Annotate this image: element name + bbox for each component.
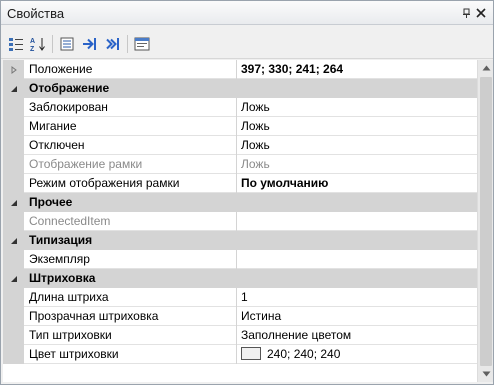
property-value[interactable]: Истина [237, 307, 477, 326]
property-value[interactable]: 1 [237, 288, 477, 307]
property-value[interactable] [237, 250, 477, 269]
property-name: Мигание [24, 117, 236, 136]
property-row-hatch-color[interactable]: Цвет штриховки 240; 240; 240 [3, 345, 477, 364]
category-typing[interactable]: Типизация [3, 231, 477, 250]
property-name: Заблокирован [24, 98, 236, 117]
property-name: Тип штриховки [24, 326, 236, 345]
category-name: Типизация [29, 233, 93, 247]
scroll-up-icon[interactable] [478, 60, 494, 76]
property-name: Экземпляр [24, 250, 236, 269]
property-value[interactable]: 397; 330; 241; 264 [237, 60, 477, 79]
property-value-color[interactable]: 240; 240; 240 [237, 345, 477, 364]
property-name: Длина штриха [24, 288, 236, 307]
property-row-transparent-hatch[interactable]: Прозрачная штриховка Истина [3, 307, 477, 326]
category-misc[interactable]: Прочее [3, 193, 477, 212]
property-value[interactable]: Ложь [237, 136, 477, 155]
property-grid: Положение 397; 330; 241; 264 Отображение… [3, 60, 477, 382]
category-name: Отображение [29, 81, 110, 95]
panel-title: Свойства [7, 6, 65, 21]
collapse-arrow-icon[interactable] [3, 79, 24, 98]
toolbar-separator [127, 35, 128, 53]
property-value[interactable]: Заполнение цветом [237, 326, 477, 345]
category-name: Прочее [29, 195, 73, 209]
property-name: ConnectedItem [24, 212, 236, 231]
property-name: Прозрачная штриховка [24, 307, 236, 326]
property-row-hatch-type[interactable]: Тип штриховки Заполнение цветом [3, 326, 477, 345]
color-value-text: 240; 240; 240 [267, 347, 341, 361]
property-row-show-frame: Отображение рамки Ложь [3, 155, 477, 174]
property-row-position[interactable]: Положение 397; 330; 241; 264 [3, 60, 477, 79]
pin-icon[interactable] [460, 7, 472, 19]
collapse-arrow-icon[interactable] [3, 269, 24, 288]
go-to-icon[interactable] [81, 35, 99, 53]
collapse-arrow-icon[interactable] [3, 193, 24, 212]
property-name: Отображение рамки [24, 155, 236, 174]
scroll-down-icon[interactable] [478, 366, 494, 382]
property-name: Отключен [24, 136, 236, 155]
property-row-blink[interactable]: Мигание Ложь [3, 117, 477, 136]
svg-text:A: A [30, 38, 35, 45]
category-name: Штриховка [29, 271, 96, 285]
category-display[interactable]: Отображение [3, 79, 477, 98]
property-value: Ложь [237, 155, 477, 174]
category-hatching[interactable]: Штриховка [3, 269, 477, 288]
categorized-icon[interactable] [7, 35, 25, 53]
alphabetical-sort-icon[interactable]: AZ [29, 35, 47, 53]
property-row-locked[interactable]: Заблокирован Ложь [3, 98, 477, 117]
collapse-arrow-icon[interactable] [3, 231, 24, 250]
property-name: Режим отображения рамки [24, 174, 236, 193]
panel-titlebar: Свойства [1, 1, 493, 25]
properties-icon[interactable] [58, 35, 76, 53]
property-name: Цвет штриховки [24, 345, 236, 364]
toolbar-separator [52, 35, 53, 53]
property-value[interactable]: Ложь [237, 98, 477, 117]
property-row-disabled[interactable]: Отключен Ложь [3, 136, 477, 155]
properties-toolbar: AZ [1, 26, 493, 59]
properties-panel: Свойства AZ Положение 397; 330; 241; 264… [0, 0, 494, 385]
vertical-scrollbar[interactable] [477, 60, 493, 382]
events-icon[interactable] [133, 35, 151, 53]
property-row-connected-item: ConnectedItem [3, 212, 477, 231]
property-row-instance[interactable]: Экземпляр [3, 250, 477, 269]
close-icon[interactable] [475, 7, 487, 19]
property-row-hatch-length[interactable]: Длина штриха 1 [3, 288, 477, 307]
svg-text:Z: Z [30, 46, 35, 52]
property-value [237, 212, 477, 231]
property-value[interactable]: По умолчанию [237, 174, 477, 193]
expand-arrow-icon[interactable] [3, 60, 24, 79]
color-swatch[interactable] [241, 347, 261, 360]
go-to-all-icon[interactable] [104, 35, 122, 53]
scrollbar-thumb[interactable] [480, 77, 492, 366]
property-row-frame-mode[interactable]: Режим отображения рамки По умолчанию [3, 174, 477, 193]
property-name: Положение [24, 60, 236, 79]
property-value[interactable]: Ложь [237, 117, 477, 136]
